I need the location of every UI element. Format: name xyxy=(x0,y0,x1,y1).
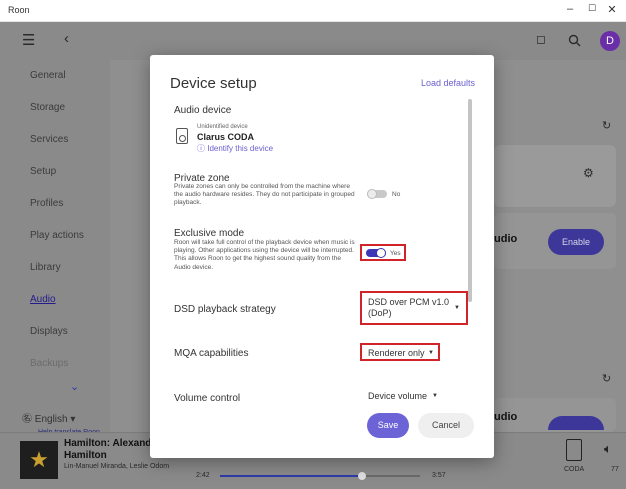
chevron-down-icon: ▾ xyxy=(70,414,76,425)
language-selector[interactable]: ㊔ English ▾ xyxy=(22,410,75,425)
sidebar-item-play-actions[interactable]: Play actions xyxy=(30,230,84,241)
settings-sidebar: General Storage Services Setup Profiles … xyxy=(0,60,110,436)
chevron-down-icon: ▼ xyxy=(454,305,460,311)
sidebar-item-displays[interactable]: Displays xyxy=(30,326,68,337)
device-name-fragment: udio xyxy=(494,411,518,423)
progress-handle[interactable] xyxy=(358,472,366,480)
private-zone-description: Private zones can only be controlled fro… xyxy=(174,183,355,207)
exclusive-mode-description: Roon will take full control of the playb… xyxy=(174,239,355,271)
zone-card xyxy=(494,145,616,207)
enable-button[interactable] xyxy=(548,416,604,430)
mqa-value: Renderer only xyxy=(368,348,425,358)
gear-icon[interactable]: ⚙ xyxy=(583,166,594,180)
refresh-icon[interactable]: ↻ xyxy=(602,119,611,132)
save-button[interactable]: Save xyxy=(367,413,409,438)
enable-button[interactable]: Enable xyxy=(548,229,604,255)
dsd-strategy-value: DSD over PCM v1.0 xyxy=(368,297,450,307)
sidebar-item-library[interactable]: Library xyxy=(30,262,61,273)
speaker-icon xyxy=(176,128,188,144)
track-album[interactable]: Hamilton xyxy=(64,450,107,461)
dialog-title: Device setup xyxy=(170,75,257,92)
minimize-button[interactable]: – xyxy=(562,3,578,15)
exclusive-mode-value: Yes xyxy=(390,250,401,257)
sidebar-item-audio[interactable]: Audio xyxy=(30,294,56,305)
mqa-label: MQA capabilities xyxy=(174,348,249,359)
bookmark-icon[interactable]: ◻ xyxy=(536,32,546,46)
sidebar-item-setup[interactable]: Setup xyxy=(30,166,56,177)
back-arrow-icon[interactable]: ‹ xyxy=(64,30,69,47)
toggle-knob xyxy=(376,248,386,258)
volume-icon[interactable]: 🔈︎ xyxy=(604,441,612,457)
private-zone-value: No xyxy=(392,191,401,198)
zone-name[interactable]: CODA xyxy=(564,466,584,473)
chevron-down-icon: ▼ xyxy=(428,350,434,356)
chevron-down-icon[interactable]: ⌄ xyxy=(70,380,79,393)
exclusive-mode-heading: Exclusive mode xyxy=(174,228,245,239)
private-zone-toggle[interactable] xyxy=(367,189,387,199)
sidebar-item-backups[interactable]: Backups xyxy=(30,358,68,369)
translate-icon: ㊔ xyxy=(22,414,35,425)
track-artists[interactable]: Lin-Manuel Miranda, Leslie Odom xyxy=(64,463,169,470)
cancel-button[interactable]: Cancel xyxy=(418,413,474,438)
volume-level: 77 xyxy=(611,466,619,473)
device-name: Clarus CODA xyxy=(197,132,255,142)
close-button[interactable]: ✕ xyxy=(604,3,620,16)
window-titlebar: Roon – ☐ ✕ xyxy=(0,0,626,22)
sidebar-item-storage[interactable]: Storage xyxy=(30,102,65,113)
sidebar-item-profiles[interactable]: Profiles xyxy=(30,198,63,209)
window-title: Roon xyxy=(8,5,30,15)
avatar[interactable]: D xyxy=(600,31,620,51)
language-label: English xyxy=(34,414,68,425)
load-defaults-link[interactable]: Load defaults xyxy=(421,78,475,88)
volume-control-value: Device volume xyxy=(368,391,428,401)
track-duration: 3:57 xyxy=(432,472,446,479)
exclusive-mode-toggle[interactable] xyxy=(366,248,386,258)
device-name-fragment: udio xyxy=(494,233,518,245)
dsd-strategy-value-cont: (DoP) xyxy=(368,308,392,318)
album-art[interactable]: ★ xyxy=(20,441,58,479)
sidebar-item-general[interactable]: General xyxy=(30,70,66,81)
progress-bar[interactable] xyxy=(220,472,420,480)
progress-fill xyxy=(220,475,362,477)
device-setup-dialog: Device setup Load defaults Audio device … xyxy=(150,55,494,458)
help-circle-icon: ⓘ xyxy=(197,144,208,153)
audio-device-heading: Audio device xyxy=(174,105,232,116)
dsd-strategy-label: DSD playback strategy xyxy=(174,304,276,315)
hamburger-menu-icon[interactable]: ☰ xyxy=(22,31,35,49)
speaker-icon[interactable] xyxy=(566,439,582,461)
chevron-down-icon: ▼ xyxy=(432,393,438,399)
elapsed-time: 2:42 xyxy=(196,472,210,479)
refresh-icon[interactable]: ↻ xyxy=(602,372,611,385)
track-title[interactable]: Hamilton: Alexande xyxy=(64,438,157,449)
device-status: Unidentified device xyxy=(197,124,248,130)
identify-device-link[interactable]: ⓘ Identify this device xyxy=(197,143,273,154)
star-icon: ★ xyxy=(29,447,49,472)
maximize-button[interactable]: ☐ xyxy=(584,3,600,14)
toggle-knob xyxy=(367,189,377,199)
scrollbar[interactable] xyxy=(468,99,472,302)
volume-control-label: Volume control xyxy=(174,393,241,404)
search-icon[interactable] xyxy=(568,34,581,47)
sidebar-item-services[interactable]: Services xyxy=(30,134,68,145)
